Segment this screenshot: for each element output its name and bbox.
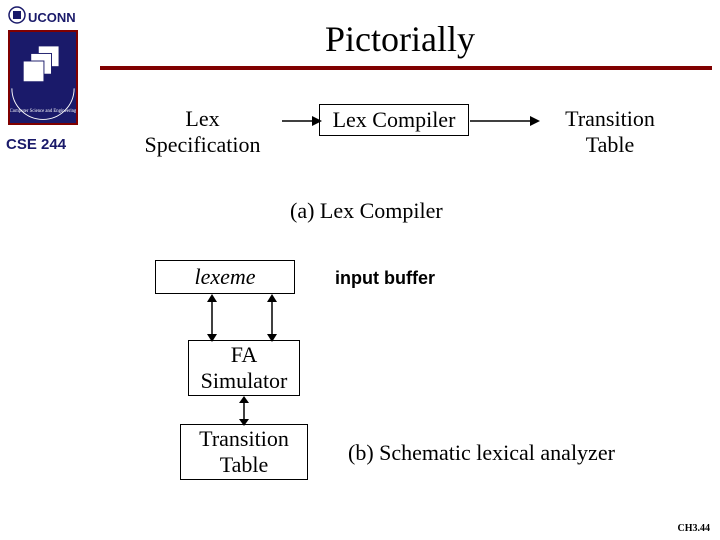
lex-specification-label: Lex Specification (125, 106, 280, 158)
slide-title: Pictorially (120, 18, 680, 60)
lex-compiler-box: Lex Compiler (319, 104, 469, 136)
lexeme-box: lexeme (155, 260, 295, 294)
slide-footer: CH3.44 (678, 523, 711, 534)
double-arrow-icon (205, 294, 219, 342)
arrow-icon (470, 112, 540, 130)
double-arrow-icon (265, 294, 279, 342)
fa-simulator-box: FA Simulator (188, 340, 300, 396)
slide: UCONN Computer Science and Engineering C… (0, 0, 720, 540)
caption-b: (b) Schematic lexical analyzer (348, 440, 615, 466)
input-buffer-label: input buffer (335, 268, 435, 289)
double-arrow-icon (237, 396, 251, 426)
transition-table-label-b: Transition Table (181, 425, 307, 479)
transition-table-box-b: Transition Table (180, 424, 308, 480)
svg-text:Computer Science and Engineeri: Computer Science and Engineering (10, 109, 76, 114)
title-rule (100, 66, 712, 70)
uconn-label: UCONN (28, 10, 76, 25)
transition-table-label-a: Transition Table (540, 106, 680, 158)
uconn-seal-icon (8, 6, 26, 24)
fa-simulator-label: FA Simulator (189, 341, 299, 395)
arrow-icon (282, 112, 322, 130)
course-label: CSE 244 (6, 136, 66, 153)
lex-compiler-label: Lex Compiler (320, 105, 468, 135)
caption-a: (a) Lex Compiler (290, 198, 443, 224)
dept-logo-icon: Computer Science and Engineering (8, 30, 78, 125)
lexeme-label: lexeme (156, 261, 294, 293)
